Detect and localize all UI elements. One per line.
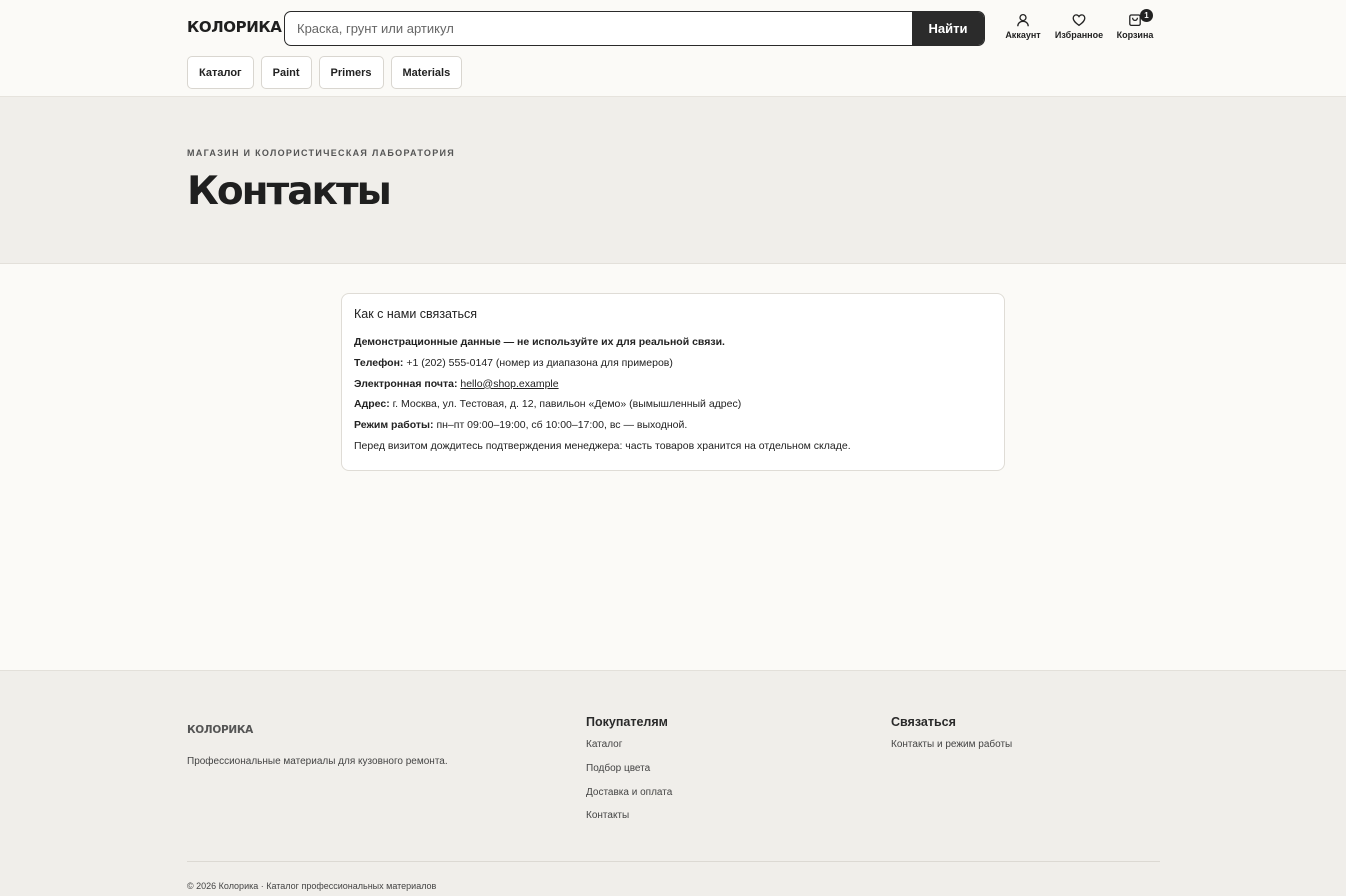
logo[interactable]: КОЛОРИКА xyxy=(187,18,282,36)
site-header: КОЛОРИКА Найти Аккаунт Избранное Корзина… xyxy=(0,0,1346,97)
footer-divider xyxy=(187,861,1160,862)
contact-heading: Как с нами связаться xyxy=(354,307,477,321)
favorites-link[interactable]: Избранное xyxy=(1049,13,1109,40)
disclaimer-text: Демонстрационные данные — не используйте… xyxy=(354,336,725,348)
page-title: Контакты xyxy=(187,169,392,214)
cart-count-badge: 1 xyxy=(1140,9,1153,22)
phone-value: +1 (202) 555-0147 (номер из диапазона дл… xyxy=(403,356,673,369)
nav-primers[interactable]: Primers xyxy=(318,56,384,89)
nav-materials[interactable]: Materials xyxy=(390,56,463,89)
email-link[interactable]: hello@shop.example xyxy=(460,378,558,390)
address-value: г. Москва, ул. Тестовая, д. 12, павильон… xyxy=(389,398,742,411)
footer-link-contacts-hours[interactable]: Контакты и режим работы xyxy=(891,738,1012,752)
heart-icon xyxy=(1072,14,1086,27)
phone-row: Телефон: +1 (202) 555-0147 (номер из диа… xyxy=(354,356,992,370)
footer-col-title: Покупателям xyxy=(586,715,668,729)
cart-label: Корзина xyxy=(1116,30,1154,40)
footer-col-title: Связаться xyxy=(891,715,956,729)
footer-col-customers: Покупателям Каталог Подбор цвета Доставк… xyxy=(586,715,672,833)
phone-label: Телефон: xyxy=(354,356,404,369)
cart-link[interactable]: Корзина 1 xyxy=(1105,9,1165,40)
page-eyebrow: МАГАЗИН И КОЛОРИСТИЧЕСКАЯ ЛАБОРАТОРИЯ xyxy=(187,148,456,158)
nav-paint[interactable]: Paint xyxy=(260,56,312,89)
address-row: Адрес: г. Москва, ул. Тестовая, д. 12, п… xyxy=(354,397,992,411)
footer-link-delivery[interactable]: Доставка и оплата xyxy=(586,786,672,800)
account-label: Аккаунт xyxy=(1005,30,1041,40)
demo-disclaimer: Демонстрационные данные — не используйте… xyxy=(354,335,992,349)
category-nav: Каталог Paint Primers Materials xyxy=(187,56,463,89)
footer-link-color-match[interactable]: Подбор цвета xyxy=(586,762,672,776)
email-row: Электронная почта: hello@shop.example xyxy=(354,377,992,391)
user-icon xyxy=(1017,13,1029,27)
hours-row: Режим работы: пн–пт 09:00–19:00, сб 10:0… xyxy=(354,418,992,432)
footer-logo[interactable]: КОЛОРИКА xyxy=(187,724,253,736)
address-label: Адрес: xyxy=(354,398,390,411)
copyright: © 2026 Колорика · Каталог профессиональн… xyxy=(187,881,437,891)
footer-link-contacts[interactable]: Контакты xyxy=(586,809,672,823)
search-button[interactable]: Найти xyxy=(912,12,984,45)
favorites-label: Избранное xyxy=(1054,30,1104,40)
visit-note: Перед визитом дождитесь подтверждения ме… xyxy=(354,439,851,452)
account-link[interactable]: Аккаунт xyxy=(993,13,1053,40)
footer-col-contact: Связаться Контакты и режим работы xyxy=(891,715,1012,762)
hours-label: Режим работы: xyxy=(354,419,434,432)
site-footer: КОЛОРИКА Профессиональные материалы для … xyxy=(0,670,1346,896)
search-bar: Найти xyxy=(284,11,985,46)
footer-tagline: Профессиональные материалы для кузовного… xyxy=(187,756,448,767)
nav-catalog[interactable]: Каталог xyxy=(187,56,254,89)
search-input[interactable] xyxy=(285,12,912,45)
hours-value: пн–пт 09:00–19:00, сб 10:00–17:00, вс — … xyxy=(433,419,688,432)
page-hero: МАГАЗИН И КОЛОРИСТИЧЕСКАЯ ЛАБОРАТОРИЯ Ко… xyxy=(0,97,1346,264)
contact-card: Как с нами связаться Демонстрационные да… xyxy=(341,293,1005,471)
email-label: Электронная почта: xyxy=(354,377,458,390)
footer-link-catalog[interactable]: Каталог xyxy=(586,738,672,752)
